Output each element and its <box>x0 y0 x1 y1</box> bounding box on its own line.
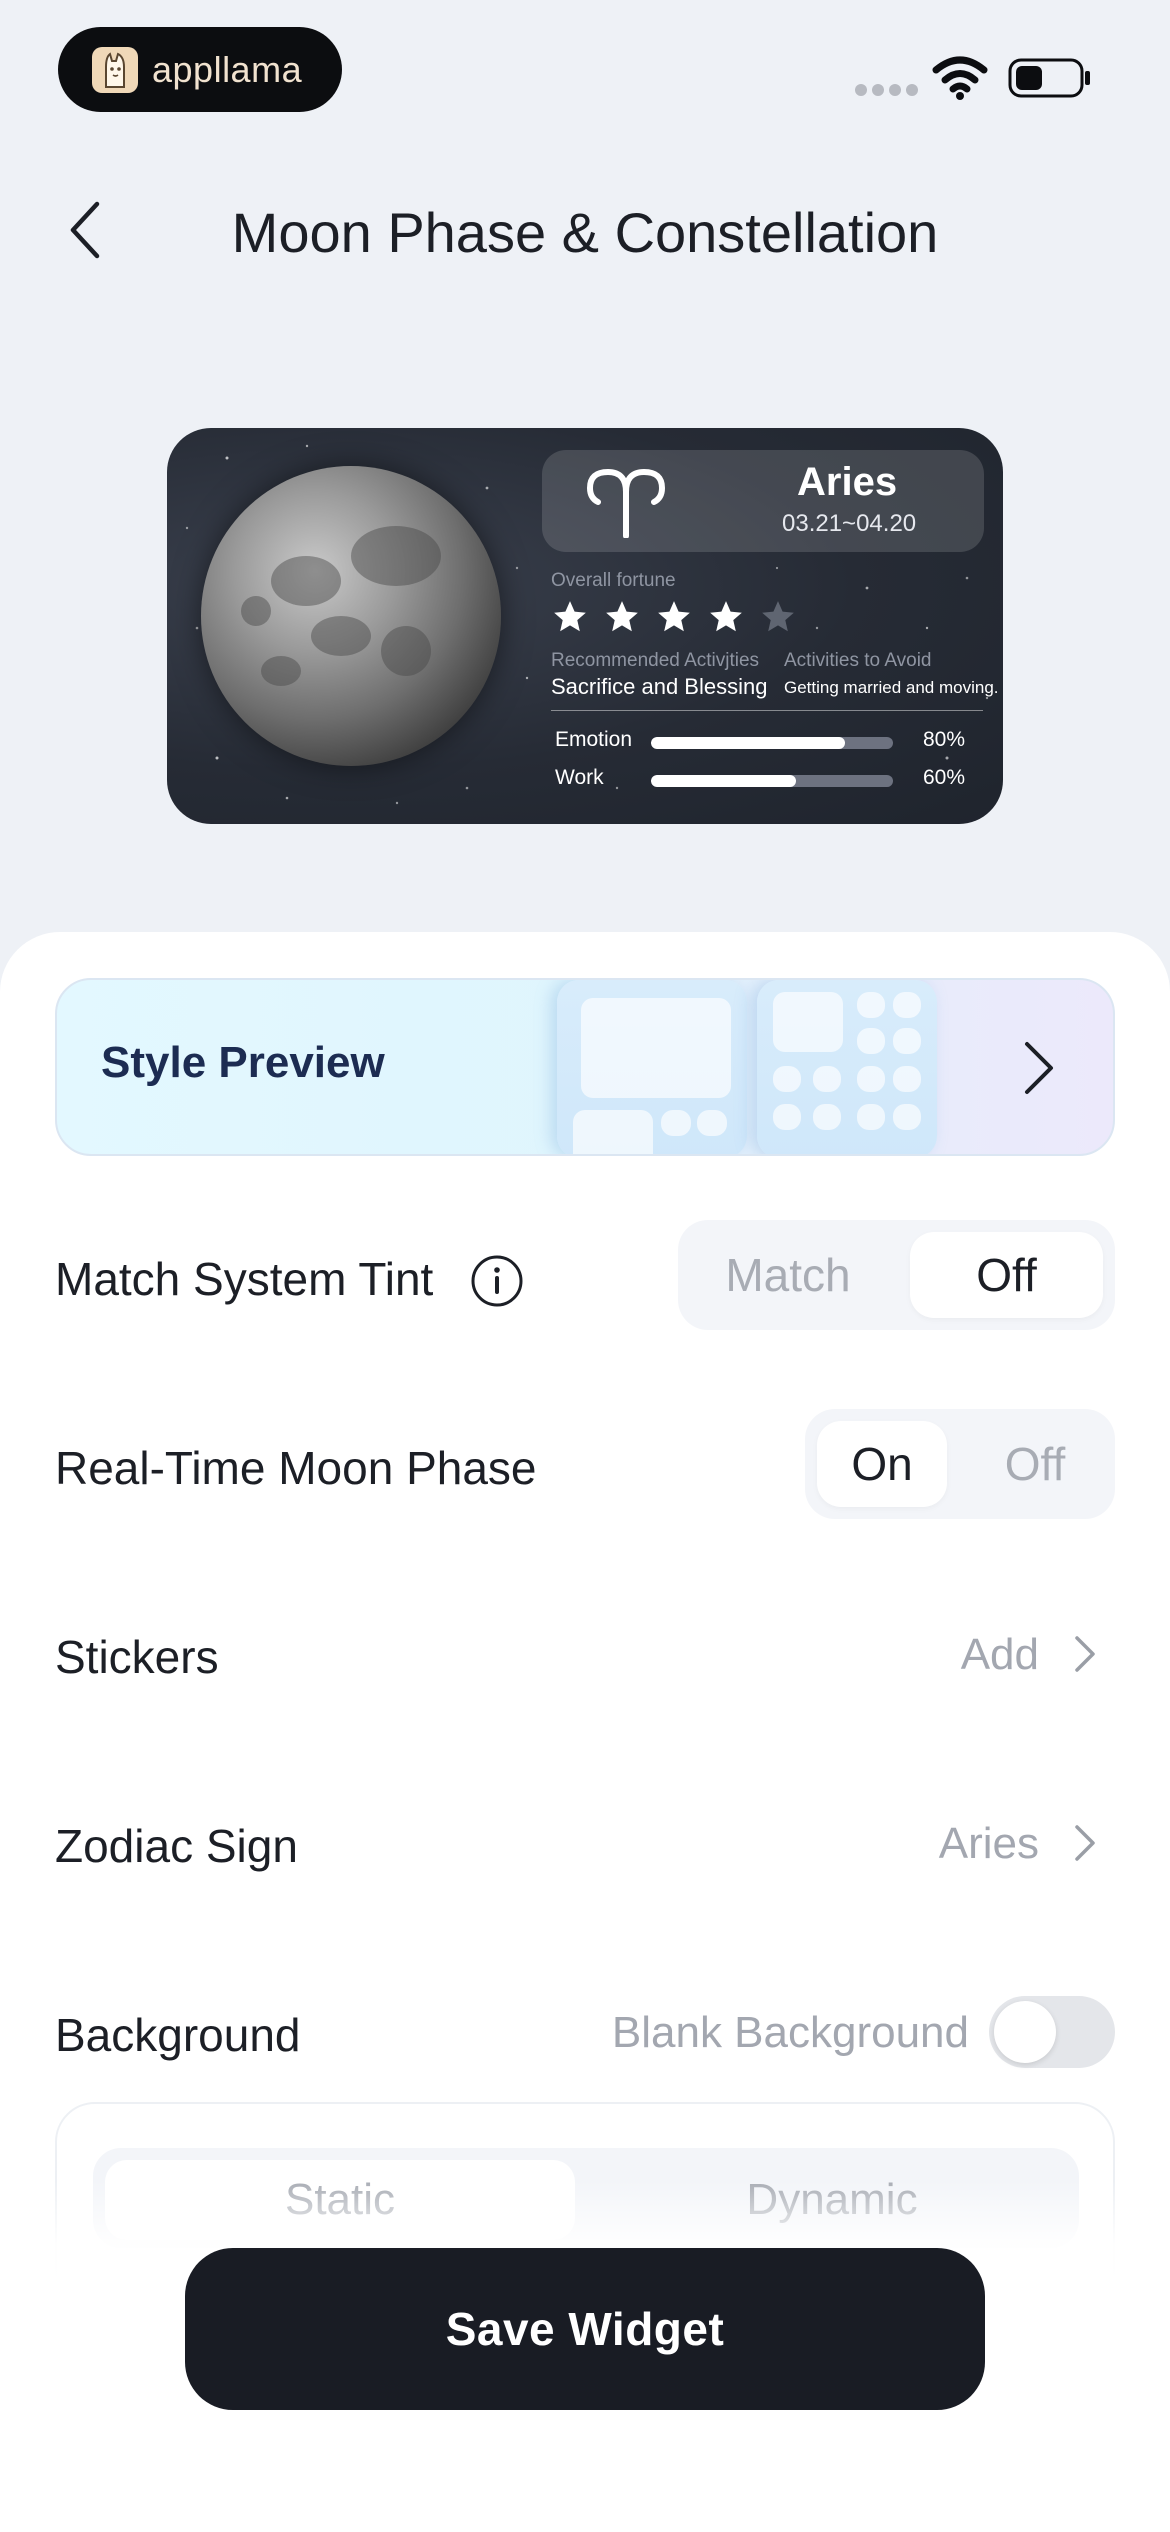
status-bar: appllama <box>0 0 1170 130</box>
llama-logo-icon <box>92 46 138 93</box>
style-preview-label: Style Preview <box>101 1038 385 1087</box>
divider <box>551 710 983 711</box>
star-filled-icon <box>554 601 586 632</box>
zodiac-card: Aries 03.21~04.20 <box>542 450 984 552</box>
chevron-right-icon <box>1025 1042 1053 1094</box>
sign-name: Aries <box>797 460 898 504</box>
save-widget-button[interactable]: Save Widget <box>185 2248 985 2410</box>
match-tint-row: Match System Tint Match Off <box>55 1220 1115 1330</box>
progress-track <box>651 775 893 787</box>
sign-dates: 03.21~04.20 <box>782 510 917 537</box>
aries-icon <box>586 468 666 538</box>
star-filled-icon <box>658 601 690 632</box>
star-empty-icon <box>762 601 794 632</box>
widget-preview: Aries 03.21~04.20 Overall fortune Recomm… <box>167 428 1003 824</box>
moon-image <box>201 466 501 766</box>
progress-fill <box>651 737 845 749</box>
off-option[interactable]: Off <box>965 1421 1105 1507</box>
phone-mockup-image <box>557 980 747 1154</box>
on-option[interactable]: On <box>817 1421 947 1507</box>
zodiac-row[interactable]: Zodiac Sign Aries <box>55 1787 1115 1897</box>
background-value: Blank Background <box>611 2008 969 2057</box>
style-preview-card[interactable]: Style Preview <box>55 978 1115 1156</box>
chevron-right-icon <box>1075 1825 1095 1861</box>
recommended-value: Sacrifice and Blessing <box>551 674 768 699</box>
stickers-value: Add <box>960 1630 1039 1679</box>
off-option[interactable]: Off <box>910 1232 1103 1318</box>
brand-pill: appllama <box>58 27 342 112</box>
star-filled-icon <box>606 601 638 632</box>
metric-label: Emotion <box>555 728 633 751</box>
background-toggle[interactable] <box>989 1996 1115 2068</box>
signal-icon <box>855 84 918 96</box>
metric-value: 80% <box>923 728 966 751</box>
zodiac-value: Aries <box>938 1819 1039 1868</box>
avoid-value: Getting married and moving. <box>784 678 999 697</box>
nav-bar: Moon Phase & Constellation <box>0 180 1170 280</box>
zodiac-label: Zodiac Sign <box>55 1820 298 1872</box>
match-tint-label: Match System Tint <box>55 1253 434 1305</box>
match-option[interactable]: Match <box>690 1232 886 1318</box>
moon-phase-segmented-control: On Off <box>805 1409 1115 1519</box>
metric-emotion: Emotion 80% <box>551 728 971 758</box>
background-label: Background <box>55 2009 301 2061</box>
recommended-label: Recommended Activjties <box>551 650 760 671</box>
star-filled-icon <box>710 601 742 632</box>
stickers-row[interactable]: Stickers Add <box>55 1598 1115 1708</box>
metric-work: Work 60% <box>551 766 971 796</box>
metric-value: 60% <box>923 766 966 789</box>
info-icon[interactable] <box>470 1254 524 1308</box>
chevron-right-icon <box>1075 1636 1095 1672</box>
progress-track <box>651 737 893 749</box>
match-tint-segmented-control: Match Off <box>678 1220 1115 1330</box>
toggle-knob <box>994 2001 1056 2063</box>
fortune-stars <box>551 598 797 636</box>
stickers-label: Stickers <box>55 1631 219 1683</box>
brand-name: appllama <box>152 48 303 90</box>
avoid-label: Activities to Avoid <box>784 650 932 671</box>
progress-fill <box>651 775 797 787</box>
moon-phase-row: Real-Time Moon Phase On Off <box>55 1409 1115 1519</box>
page-title: Moon Phase & Constellation <box>231 201 939 264</box>
fortune-label: Overall fortune <box>551 570 676 591</box>
background-row: Background Blank Background <box>55 1976 1115 2086</box>
phone-mockup-image <box>757 980 937 1154</box>
wifi-icon <box>932 56 988 100</box>
battery-icon <box>1008 58 1090 98</box>
metric-label: Work <box>555 766 604 789</box>
moon-phase-label: Real-Time Moon Phase <box>55 1442 537 1494</box>
